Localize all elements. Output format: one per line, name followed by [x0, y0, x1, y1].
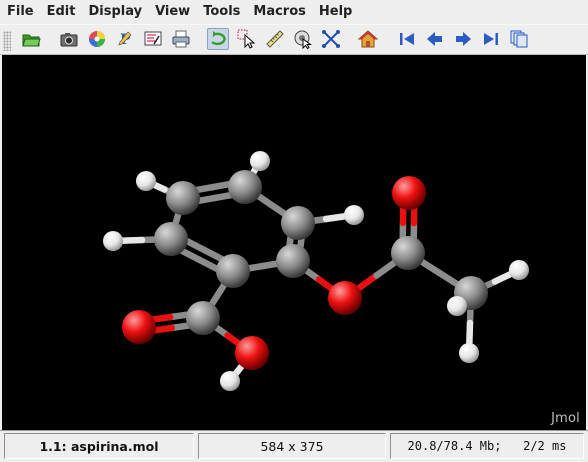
- status-memory: 20.8/78.4 Mb; 2/2 ms: [390, 433, 584, 459]
- atom-h1[interactable]: [136, 171, 156, 191]
- menu-file[interactable]: File: [0, 1, 40, 23]
- last-frame-button[interactable]: [480, 28, 502, 50]
- atom-c1[interactable]: [166, 181, 200, 215]
- atom-c8[interactable]: [391, 236, 425, 270]
- atom-c6[interactable]: [276, 244, 310, 278]
- pick-button[interactable]: [236, 28, 258, 50]
- translate-cross-icon: [322, 30, 340, 48]
- status-model: 1.1: aspirina.mol: [4, 433, 194, 459]
- first-frame-button[interactable]: [396, 28, 418, 50]
- pencil-p-icon: P: [118, 31, 132, 48]
- toolbar: P: [0, 24, 588, 55]
- atom-c7[interactable]: [186, 301, 220, 335]
- atom-c3[interactable]: [281, 206, 315, 240]
- atom-h3[interactable]: [344, 205, 364, 225]
- rotate-icon: [211, 31, 226, 46]
- rotate-button[interactable]: [207, 28, 229, 50]
- status-size: 584 x 375: [198, 433, 386, 459]
- atom-o1[interactable]: [392, 176, 426, 210]
- print-button[interactable]: [170, 28, 192, 50]
- menu-edit[interactable]: Edit: [40, 1, 82, 23]
- atom-c5[interactable]: [216, 254, 250, 288]
- atom-h5[interactable]: [220, 371, 240, 391]
- atom-o3[interactable]: [122, 310, 156, 344]
- menu-view[interactable]: View: [148, 1, 196, 23]
- molecule-3d-view[interactable]: [2, 55, 586, 430]
- molecule-viewer[interactable]: Jmol: [2, 55, 586, 430]
- menu-display[interactable]: Display: [81, 1, 148, 23]
- atom-h2[interactable]: [250, 151, 270, 171]
- spin-button[interactable]: [292, 28, 314, 50]
- status-bar: 1.1: aspirina.mol 584 x 375 20.8/78.4 Mb…: [0, 430, 588, 462]
- measure-button[interactable]: [264, 28, 286, 50]
- last-frame-icon: [484, 33, 498, 45]
- atom-h8[interactable]: [459, 343, 479, 363]
- pick-arrow-icon: [237, 29, 256, 49]
- atom-h6[interactable]: [509, 260, 529, 280]
- home-icon: [358, 30, 378, 48]
- console-button[interactable]: [142, 28, 164, 50]
- translate-button[interactable]: [320, 28, 342, 50]
- menu-bar: File Edit Display View Tools Macros Help: [0, 0, 588, 24]
- previous-frame-button[interactable]: [424, 28, 446, 50]
- jmol-logo: Jmol: [551, 411, 580, 426]
- open-folder-icon: [22, 34, 41, 47]
- menu-help[interactable]: Help: [312, 1, 358, 23]
- home-button[interactable]: [357, 28, 379, 50]
- atom-o4[interactable]: [235, 336, 269, 370]
- atom-o2[interactable]: [328, 281, 362, 315]
- previous-frame-icon: [427, 32, 442, 46]
- color-button[interactable]: [86, 28, 108, 50]
- ruler-icon: [266, 30, 284, 48]
- atom-c2[interactable]: [228, 170, 262, 204]
- camera-icon: [60, 33, 78, 47]
- export-image-button[interactable]: [58, 28, 80, 50]
- next-frame-icon: [456, 32, 471, 46]
- console-icon: [144, 31, 162, 46]
- next-frame-button[interactable]: [452, 28, 474, 50]
- spin-pointer-icon: [294, 30, 313, 49]
- menu-tools[interactable]: Tools: [196, 1, 246, 23]
- color-wheel-icon: [89, 31, 105, 47]
- open-button[interactable]: [20, 28, 42, 50]
- all-frames-button[interactable]: [508, 28, 530, 50]
- edit-button[interactable]: P: [114, 28, 136, 50]
- atom-h4[interactable]: [103, 231, 123, 251]
- menu-macros[interactable]: Macros: [246, 1, 312, 23]
- toolbar-grip[interactable]: [3, 31, 11, 51]
- atom-c4[interactable]: [154, 222, 188, 256]
- atom-h7[interactable]: [447, 296, 467, 316]
- first-frame-icon: [400, 33, 414, 45]
- copy-frames-icon: [510, 30, 528, 48]
- printer-icon: [172, 30, 190, 48]
